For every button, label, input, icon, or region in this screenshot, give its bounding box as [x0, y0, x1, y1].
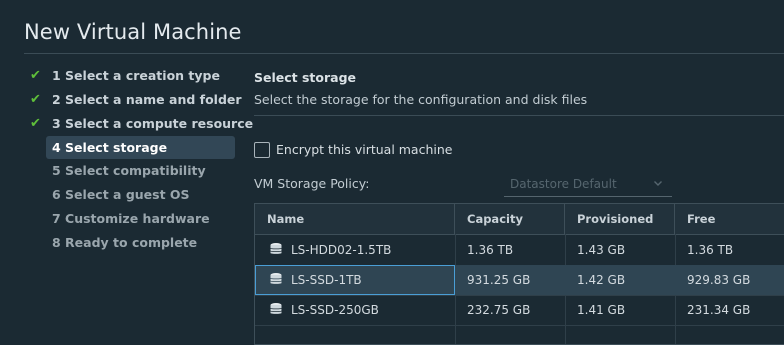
step-storage[interactable]: 4 Select storage	[46, 136, 235, 159]
datastore-name-cell: LS-SSD-1TB	[255, 265, 455, 295]
step-label: 6 Select a guest OS	[52, 187, 190, 202]
database-icon	[270, 273, 282, 284]
section-divider	[254, 115, 784, 116]
step-ready-to-complete: 8 Ready to complete	[30, 231, 236, 255]
step-label: 4 Select storage	[52, 140, 168, 155]
table-header: Name Capacity Provisioned Free	[255, 204, 784, 235]
column-header-capacity[interactable]: Capacity	[455, 204, 565, 234]
step-label: 2 Select a name and folder	[52, 92, 242, 107]
wizard-steps: ✔ 1 Select a creation type ✔ 2 Select a …	[30, 64, 253, 255]
database-icon	[270, 303, 282, 314]
step-creation-type[interactable]: ✔ 1 Select a creation type	[30, 64, 236, 88]
storage-policy-label: VM Storage Policy:	[254, 176, 370, 191]
dialog-title: New Virtual Machine	[24, 20, 242, 44]
step-compatibility: 5 Select compatibility	[30, 159, 236, 183]
check-icon: ✔	[30, 116, 41, 131]
encrypt-label[interactable]: Encrypt this virtual machine	[276, 142, 452, 157]
table-row[interactable]: LS-HDD02-1.5TB 1.36 TB 1.43 GB 1.36 TB	[255, 235, 784, 266]
step-label: 1 Select a creation type	[52, 68, 220, 83]
table-row-selected[interactable]: LS-SSD-1TB 931.25 GB 1.42 GB 929.83 GB	[255, 265, 784, 296]
chevron-down-icon	[654, 181, 662, 186]
section-title: Select storage	[254, 70, 357, 85]
section-subtitle: Select the storage for the configuration…	[254, 92, 588, 107]
provisioned-cell: 1.41 GB	[577, 303, 626, 317]
datastore-table: Name Capacity Provisioned Free LS-HDD02-…	[254, 203, 784, 345]
datastore-name-cell: LS-SSD-250GB	[255, 295, 455, 325]
step-compute-resource[interactable]: ✔ 3 Select a compute resource	[30, 112, 253, 136]
step-label: 8 Ready to complete	[52, 235, 198, 250]
free-cell: 1.36 TB	[687, 243, 734, 257]
datastore-name-cell: LS-HDD02-1.5TB	[255, 235, 455, 265]
database-icon	[270, 243, 282, 254]
step-customize-hardware: 7 Customize hardware	[30, 207, 236, 231]
provisioned-cell: 1.42 GB	[577, 273, 626, 287]
column-header-provisioned[interactable]: Provisioned	[565, 204, 675, 234]
new-vm-dialog: New Virtual Machine ✔ 1 Select a creatio…	[0, 0, 784, 345]
provisioned-cell: 1.43 GB	[577, 243, 626, 257]
capacity-cell: 931.25 GB	[467, 273, 531, 287]
step-label: 3 Select a compute resource	[52, 116, 254, 131]
title-divider	[24, 53, 784, 54]
free-cell: 231.34 GB	[687, 303, 751, 317]
storage-policy-value: Datastore Default	[510, 177, 617, 191]
storage-policy-select[interactable]: Datastore Default	[504, 172, 672, 197]
capacity-cell: 232.75 GB	[467, 303, 531, 317]
step-label: 7 Customize hardware	[52, 211, 210, 226]
datastore-name: LS-HDD02-1.5TB	[291, 243, 392, 257]
step-label: 5 Select compatibility	[52, 163, 206, 178]
column-header-name[interactable]: Name	[255, 204, 455, 234]
step-name-folder[interactable]: ✔ 2 Select a name and folder	[30, 88, 242, 112]
table-row[interactable]: LS-SSD-250GB 232.75 GB 1.41 GB 231.34 GB	[255, 295, 784, 326]
column-header-free[interactable]: Free	[675, 204, 784, 234]
encrypt-checkbox[interactable]	[254, 142, 270, 158]
check-icon: ✔	[30, 92, 41, 107]
datastore-name: LS-SSD-1TB	[291, 273, 362, 287]
capacity-cell: 1.36 TB	[467, 243, 514, 257]
check-icon: ✔	[30, 68, 41, 83]
free-cell: 929.83 GB	[687, 273, 751, 287]
step-guest-os: 6 Select a guest OS	[30, 183, 236, 207]
datastore-name: LS-SSD-250GB	[291, 303, 379, 317]
